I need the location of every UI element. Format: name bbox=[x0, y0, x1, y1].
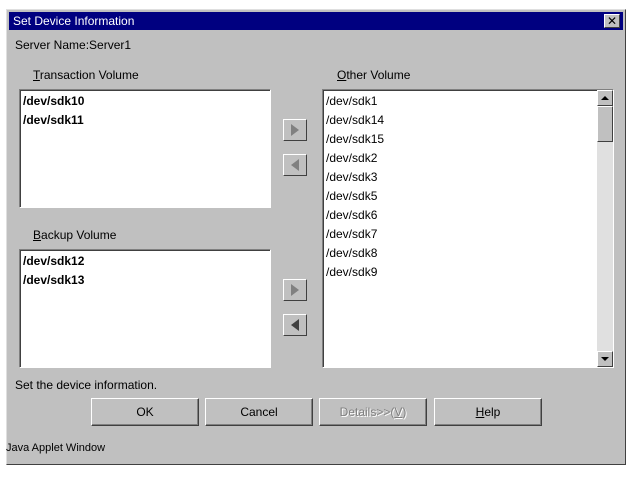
details-button[interactable]: Details>>(V) bbox=[319, 398, 427, 426]
list-item[interactable]: /dev/sdk15 bbox=[326, 130, 384, 149]
list-item[interactable]: /dev/sdk11 bbox=[23, 111, 84, 130]
applet-status-bar: Java Applet Window bbox=[6, 442, 106, 454]
move-to-backup-button[interactable] bbox=[283, 279, 307, 301]
list-item[interactable]: /dev/sdk2 bbox=[326, 149, 377, 168]
scroll-down-icon[interactable] bbox=[597, 351, 613, 367]
scroll-up-icon[interactable] bbox=[597, 90, 613, 106]
list-item[interactable]: /dev/sdk13 bbox=[23, 271, 84, 290]
cancel-button[interactable]: Cancel bbox=[205, 398, 313, 426]
other-volume-label: Other Volume bbox=[337, 68, 411, 82]
move-from-transaction-button[interactable] bbox=[283, 154, 307, 176]
list-item[interactable]: /dev/sdk5 bbox=[326, 187, 377, 206]
list-item[interactable]: /dev/sdk14 bbox=[326, 111, 384, 130]
move-to-transaction-button[interactable] bbox=[283, 119, 307, 141]
list-item[interactable]: /dev/sdk8 bbox=[326, 244, 377, 263]
title-bar[interactable]: Set Device Information ✕ bbox=[9, 12, 623, 30]
vertical-scrollbar[interactable] bbox=[597, 90, 613, 367]
triangle-left-icon bbox=[291, 319, 299, 331]
triangle-left-icon bbox=[291, 159, 299, 171]
other-volume-list[interactable]: /dev/sdk1/dev/sdk14/dev/sdk15/dev/sdk2/d… bbox=[322, 89, 614, 368]
transaction-volume-label: Transaction Volume bbox=[33, 68, 139, 82]
transaction-volume-list[interactable]: /dev/sdk10/dev/sdk11 bbox=[19, 89, 271, 208]
list-item[interactable]: /dev/sdk6 bbox=[326, 206, 377, 225]
server-name-label: Server Name:Server1 bbox=[15, 38, 132, 52]
triangle-right-icon bbox=[291, 124, 299, 136]
list-item[interactable]: /dev/sdk12 bbox=[23, 252, 84, 271]
list-item[interactable]: /dev/sdk10 bbox=[23, 92, 84, 111]
ok-button[interactable]: OK bbox=[91, 398, 199, 426]
backup-volume-list[interactable]: /dev/sdk12/dev/sdk13 bbox=[19, 249, 271, 368]
backup-volume-label: Backup Volume bbox=[33, 228, 117, 242]
list-item[interactable]: /dev/sdk3 bbox=[326, 168, 377, 187]
window-title: Set Device Information bbox=[13, 14, 135, 28]
triangle-right-icon bbox=[291, 284, 299, 296]
help-button[interactable]: Help bbox=[434, 398, 542, 426]
status-message: Set the device information. bbox=[15, 378, 158, 392]
scrollbar-thumb[interactable] bbox=[597, 106, 613, 142]
list-item[interactable]: /dev/sdk1 bbox=[326, 92, 377, 111]
move-from-backup-button[interactable] bbox=[283, 314, 307, 336]
list-item[interactable]: /dev/sdk7 bbox=[326, 225, 377, 244]
close-icon[interactable]: ✕ bbox=[604, 14, 620, 28]
list-item[interactable]: /dev/sdk9 bbox=[326, 263, 377, 282]
